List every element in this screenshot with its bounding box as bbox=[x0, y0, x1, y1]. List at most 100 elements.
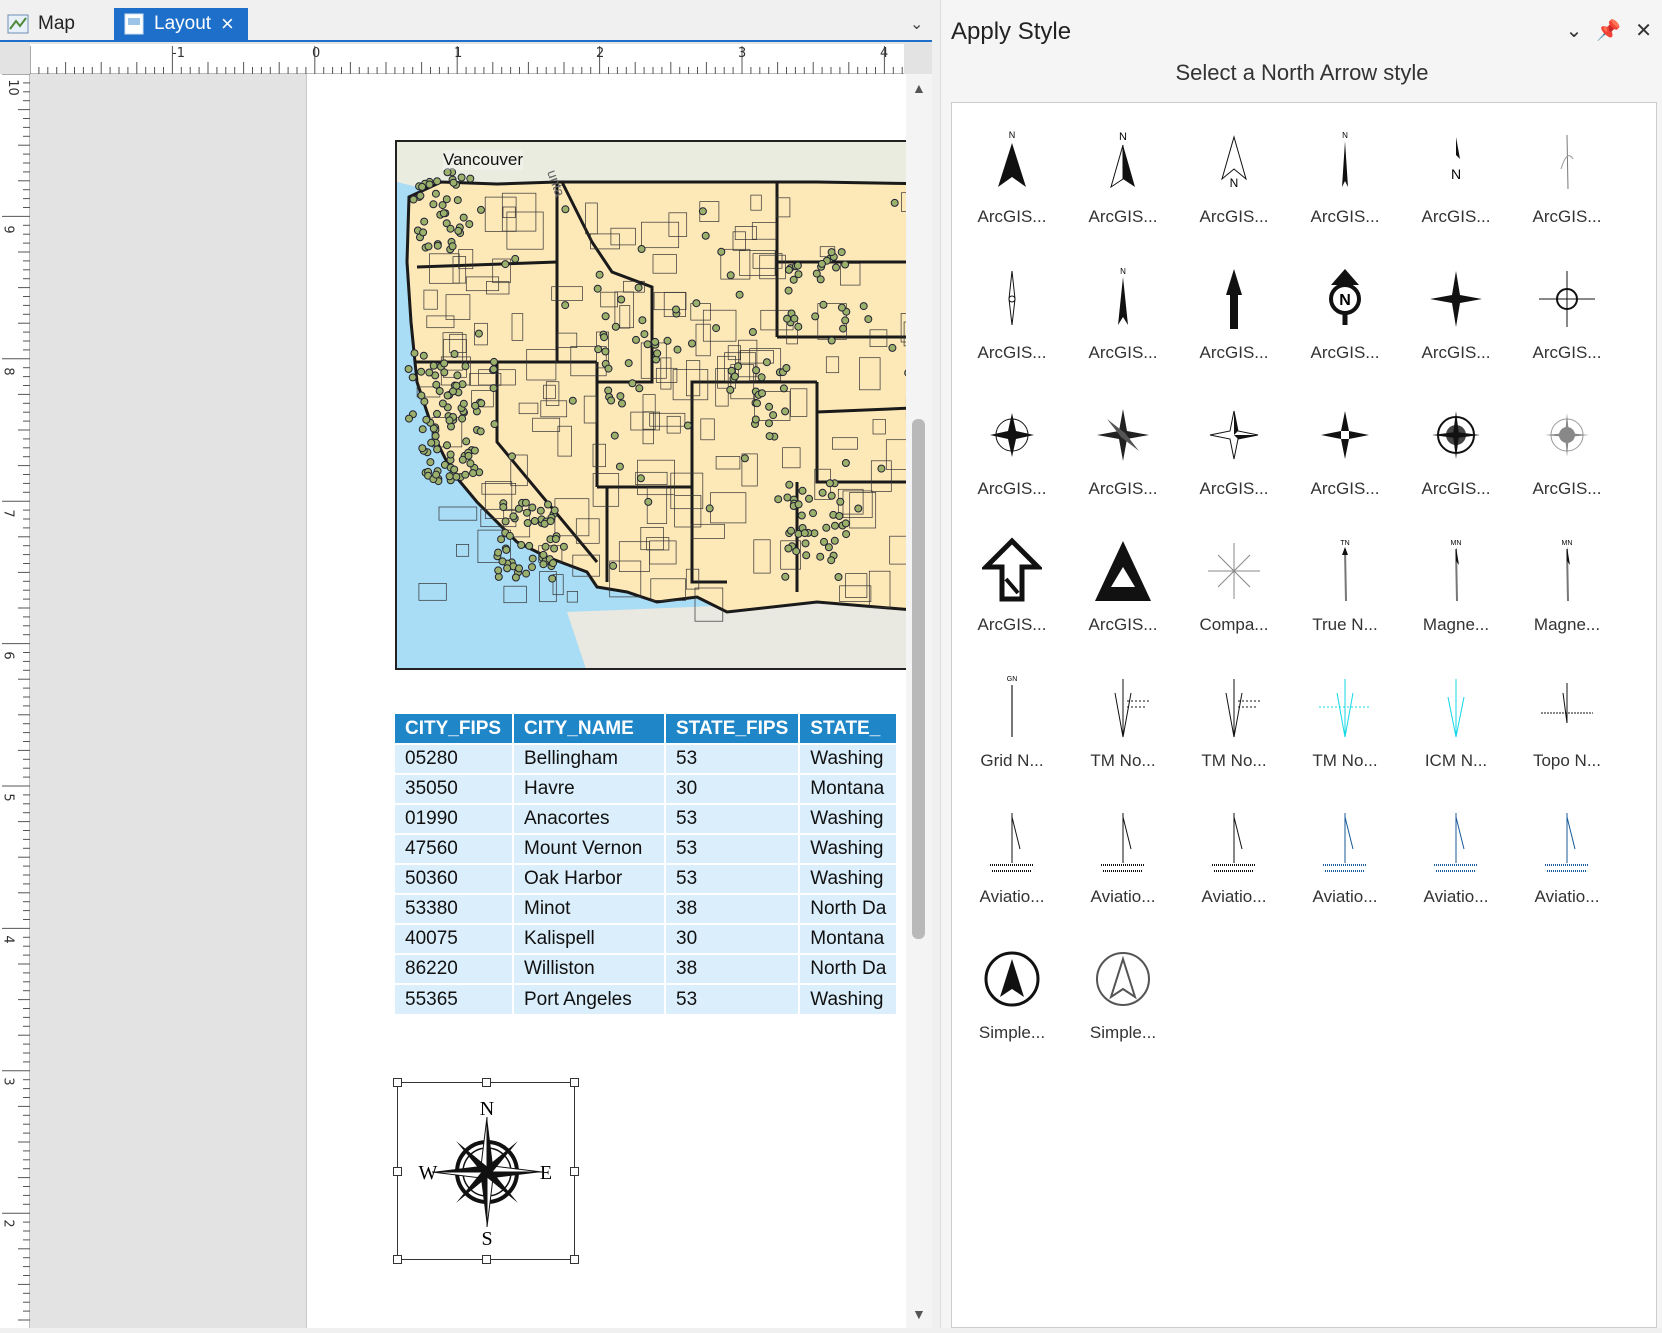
style-item-label: TM No... bbox=[1312, 751, 1378, 770]
resize-handle[interactable] bbox=[482, 1078, 491, 1087]
style-item[interactable]: TM No... bbox=[1291, 657, 1399, 777]
table-row[interactable]: 53380 Minot 38 North Da bbox=[395, 893, 899, 924]
style-item[interactable]: ArcGIS... bbox=[1291, 385, 1399, 505]
scroll-down-icon[interactable]: ▼ bbox=[912, 1306, 926, 1322]
style-item[interactable]: Aviatio... bbox=[1180, 793, 1288, 913]
table-row[interactable]: 05280 Bellingham 53 Washing bbox=[395, 743, 899, 774]
style-item[interactable]: Compa... bbox=[1180, 521, 1288, 641]
style-item[interactable]: GN Grid N... bbox=[958, 657, 1066, 777]
style-item[interactable]: Aviatio... bbox=[1069, 793, 1177, 913]
style-item[interactable]: ArcGIS... bbox=[1513, 385, 1621, 505]
style-item[interactable]: N ArcGIS... bbox=[1069, 249, 1177, 369]
style-item-label: ArcGIS... bbox=[1088, 207, 1158, 226]
resize-handle[interactable] bbox=[393, 1078, 402, 1087]
scroll-up-icon[interactable]: ▲ bbox=[912, 80, 926, 96]
table-cell: 38 bbox=[665, 953, 801, 984]
table-cell: Montana bbox=[799, 773, 899, 804]
style-item[interactable]: ArcGIS... bbox=[1402, 385, 1510, 505]
resize-handle[interactable] bbox=[570, 1255, 579, 1264]
style-item-label: Magne... bbox=[1422, 615, 1490, 634]
map-frame[interactable]: unta Vancouver bbox=[395, 140, 906, 670]
layout-page: unta Vancouver CITY_FIPS CITY_NAME STATE… bbox=[306, 74, 906, 1328]
chevron-down-icon[interactable]: ⌄ bbox=[1566, 18, 1583, 43]
table-cell: 86220 bbox=[395, 953, 514, 984]
style-item[interactable]: ArcGIS... bbox=[958, 249, 1066, 369]
style-item[interactable]: N ArcGIS... bbox=[1069, 113, 1177, 233]
style-item[interactable]: ICM N... bbox=[1402, 657, 1510, 777]
tab-layout[interactable]: Layout × bbox=[114, 8, 248, 40]
table-cell: 38 bbox=[665, 893, 801, 924]
north-arrow-needle-icon bbox=[1008, 270, 1016, 326]
svg-text:GN: GN bbox=[1007, 676, 1018, 683]
style-item[interactable]: Simple... bbox=[1069, 929, 1177, 1049]
style-item[interactable]: Aviatio... bbox=[1513, 793, 1621, 913]
style-item[interactable]: Aviatio... bbox=[1402, 793, 1510, 913]
aviation-north-arrow-icon bbox=[1212, 813, 1256, 872]
style-item[interactable]: Aviatio... bbox=[958, 793, 1066, 913]
scrollbar-thumb[interactable] bbox=[912, 419, 925, 939]
map-icon bbox=[7, 14, 29, 34]
style-item[interactable]: N ArcGIS... bbox=[1180, 113, 1288, 233]
close-icon[interactable]: × bbox=[221, 13, 234, 35]
table-row[interactable]: 35050 Havre 30 Montana bbox=[395, 773, 899, 804]
style-item-label: Simple... bbox=[978, 1023, 1046, 1042]
style-item-label: ArcGIS... bbox=[1088, 479, 1158, 498]
ruler-label: 8 bbox=[0, 367, 16, 376]
style-item[interactable]: Topo N... bbox=[1513, 657, 1621, 777]
style-item[interactable]: N ArcGIS... bbox=[1291, 113, 1399, 233]
table-row[interactable]: 55365 Port Angeles 53 Washing bbox=[395, 983, 899, 1014]
tab-map[interactable]: Map bbox=[6, 8, 75, 40]
tab-layout-label: Layout bbox=[154, 13, 212, 34]
style-item[interactable]: TN True N... bbox=[1291, 521, 1399, 641]
table-row[interactable]: 47560 Mount Vernon 53 Washing bbox=[395, 833, 899, 864]
north-arrow-element[interactable]: N S W E bbox=[393, 1078, 579, 1264]
table-row[interactable]: 40075 Kalispell 30 Montana bbox=[395, 923, 899, 954]
table-row[interactable]: 86220 Williston 38 North Da bbox=[395, 953, 899, 984]
chevron-down-icon[interactable]: ⌄ bbox=[910, 14, 923, 34]
resize-handle[interactable] bbox=[393, 1167, 402, 1176]
svg-text:TN: TN bbox=[1340, 540, 1349, 547]
svg-text:MN: MN bbox=[1451, 540, 1462, 547]
tab-underline bbox=[0, 40, 932, 42]
style-item-label: ArcGIS... bbox=[1199, 479, 1269, 498]
style-item-label: ArcGIS... bbox=[1199, 207, 1269, 226]
style-item[interactable]: Aviatio... bbox=[1291, 793, 1399, 913]
resize-handle[interactable] bbox=[570, 1167, 579, 1176]
resize-handle[interactable] bbox=[482, 1255, 491, 1264]
style-item[interactable]: MN Magne... bbox=[1513, 521, 1621, 641]
style-item[interactable]: ArcGIS... bbox=[1513, 113, 1621, 233]
vertical-scrollbar[interactable]: ▲ ▼ bbox=[906, 74, 932, 1328]
close-icon[interactable]: ✕ bbox=[1635, 18, 1652, 43]
svg-text:N: N bbox=[1230, 176, 1239, 190]
table-row[interactable]: 01990 Anacortes 53 Washing bbox=[395, 803, 899, 834]
style-item[interactable]: TM No... bbox=[1180, 657, 1288, 777]
style-item[interactable]: Simple... bbox=[958, 929, 1066, 1049]
svg-text:N: N bbox=[1119, 131, 1127, 143]
style-item[interactable]: ArcGIS... bbox=[1069, 521, 1177, 641]
resize-handle[interactable] bbox=[393, 1255, 402, 1264]
table-cell: Washing bbox=[799, 833, 899, 864]
ruler-label: 6 bbox=[0, 651, 16, 660]
style-item[interactable]: N ArcGIS... bbox=[1402, 113, 1510, 233]
style-item[interactable]: ArcGIS... bbox=[958, 521, 1066, 641]
style-item[interactable]: N ArcGIS... bbox=[958, 113, 1066, 233]
resize-handle[interactable] bbox=[570, 1078, 579, 1087]
north-arrow-outline-bold-icon bbox=[982, 537, 1042, 602]
style-item[interactable]: ArcGIS... bbox=[1180, 249, 1288, 369]
table-cell: North Da bbox=[799, 953, 899, 984]
style-item[interactable]: ArcGIS... bbox=[1402, 249, 1510, 369]
attribute-table[interactable]: CITY_FIPS CITY_NAME STATE_FIPS STATE_ 05… bbox=[395, 714, 899, 1014]
style-item[interactable]: N ArcGIS... bbox=[1291, 249, 1399, 369]
table-row[interactable]: 50360 Oak Harbor 53 Washing bbox=[395, 863, 899, 894]
style-item[interactable]: ArcGIS... bbox=[1069, 385, 1177, 505]
pin-icon[interactable]: 📌 bbox=[1596, 18, 1621, 43]
style-item[interactable]: MN Magne... bbox=[1402, 521, 1510, 641]
style-item[interactable]: ArcGIS... bbox=[1513, 249, 1621, 369]
horizontal-ruler: -1 0 1 2 3 4 bbox=[29, 44, 904, 74]
ruler-label: 4 bbox=[0, 935, 16, 944]
compass-rose-gray-icon bbox=[1545, 413, 1589, 457]
style-item-label: ArcGIS... bbox=[1421, 479, 1491, 498]
style-item[interactable]: TM No... bbox=[1069, 657, 1177, 777]
style-item[interactable]: ArcGIS... bbox=[958, 385, 1066, 505]
style-item[interactable]: ArcGIS... bbox=[1180, 385, 1288, 505]
